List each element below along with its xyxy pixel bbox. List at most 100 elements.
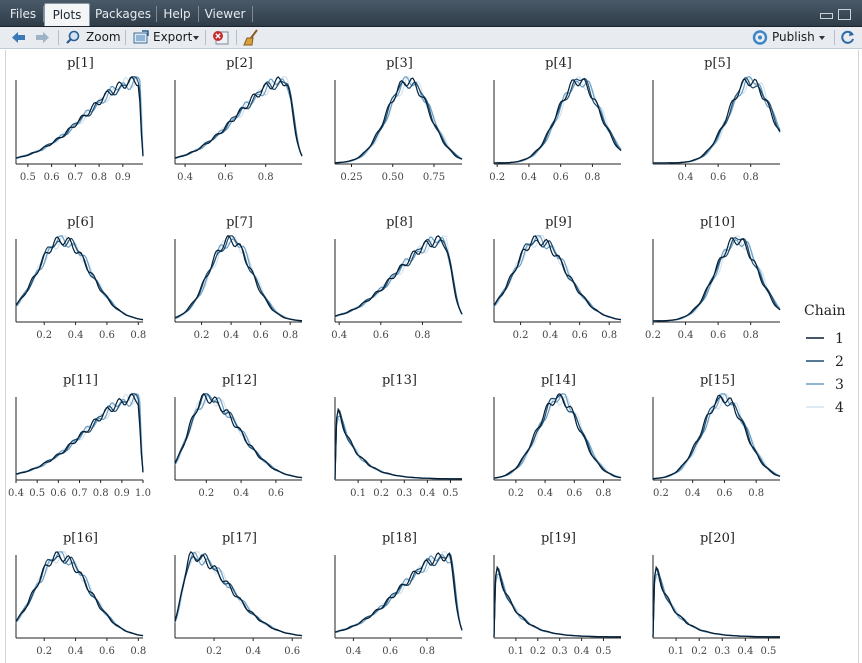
x-tick-label: 0.8 [93, 488, 109, 499]
density-curve-chain-3 [493, 393, 622, 479]
plots-toolbar: Zoom Export Publish [0, 27, 862, 49]
chevron-down-icon [193, 36, 199, 40]
x-tick-label: 0.1 [668, 646, 684, 657]
density-curve-chain-1 [15, 551, 144, 637]
x-tick-label: 0.2 [508, 488, 524, 499]
density-curve-chain-4 [174, 551, 303, 637]
panel-title: p[17] [222, 531, 257, 546]
legend-label: 4 [835, 400, 844, 416]
x-tick-label: 0.4 [574, 646, 590, 657]
density-curve-chain-3 [15, 76, 144, 160]
panel-title: p[8] [386, 215, 413, 230]
density-curve-chain-3 [494, 80, 622, 164]
density-curve-chain-1 [174, 551, 303, 637]
density-curve-chain-4 [15, 235, 144, 321]
x-tick-label: 0.8 [414, 330, 430, 341]
panel-title: p[7] [226, 215, 253, 230]
x-tick-label: 0.5 [20, 172, 36, 183]
x-tick-label: 0.7 [67, 172, 83, 183]
tab-packages[interactable]: Packages [91, 3, 155, 26]
x-tick-label: 0.4 [8, 488, 24, 499]
publish-icon [752, 30, 768, 45]
tab-plots[interactable]: Plots [44, 3, 90, 26]
refresh-icon[interactable] [840, 30, 856, 45]
x-tick-label: 0.6 [566, 488, 582, 499]
x-tick-label: 0.3 [396, 488, 412, 499]
x-tick-label: 1.0 [135, 488, 151, 499]
density-curve-chain-3 [652, 393, 781, 480]
density-curve-chain-1 [652, 565, 780, 638]
x-tick-label: 0.2 [513, 330, 529, 341]
x-tick-label: 0.8 [130, 646, 146, 657]
panel-title: p[13] [382, 373, 417, 388]
maximize-pane-icon[interactable] [838, 9, 851, 20]
density-curve-chain-1 [174, 393, 303, 479]
export-button[interactable]: Export [133, 27, 201, 48]
x-tick-label: 0.8 [743, 172, 759, 183]
x-tick-label: 0.6 [44, 172, 60, 183]
x-tick-label: 0.6 [553, 172, 569, 183]
density-curve-chain-2 [653, 77, 781, 164]
x-tick-label: 0.4 [685, 488, 701, 499]
x-tick-label: 0.6 [268, 488, 284, 499]
density-curve-chain-2 [493, 565, 621, 638]
x-tick-label: 0.2 [194, 330, 210, 341]
tab-help[interactable]: Help [157, 3, 197, 26]
density-curve-chain-1 [15, 393, 144, 475]
legend-title: Chain [804, 303, 846, 319]
panel-title: p[16] [63, 531, 98, 546]
x-tick-label: 0.2 [198, 488, 214, 499]
zoom-button[interactable]: Zoom [66, 27, 121, 48]
panel-title: p[15] [700, 373, 735, 388]
minimize-pane-icon[interactable] [820, 13, 833, 19]
legend-label: 2 [835, 354, 844, 370]
export-icon [133, 30, 149, 44]
x-tick-label: 0.6 [99, 646, 115, 657]
panel-title: p[1] [67, 56, 94, 71]
x-tick-label: 0.6 [50, 488, 66, 499]
density-curve-chain-1 [334, 235, 463, 317]
tab-files[interactable]: Files [4, 3, 42, 26]
panel-title: p[19] [541, 531, 576, 546]
density-curve-chain-2 [652, 396, 781, 480]
x-tick-label: 0.7 [72, 488, 88, 499]
x-tick-label: 0.8 [419, 646, 435, 657]
density-curve-chain-3 [174, 551, 303, 637]
density-curve-chain-1 [334, 77, 463, 164]
density-curve-chain-2 [652, 565, 780, 638]
x-tick-label: 0.9 [114, 488, 130, 499]
x-tick-label: 0.9 [115, 172, 131, 183]
pane-tab-bar: Files Plots Packages Help Viewer [0, 0, 862, 27]
x-tick-label: 0.4 [678, 172, 694, 183]
x-tick-label: 0.8 [584, 172, 600, 183]
x-tick-label: 0.6 [373, 330, 389, 341]
panel-title: p[20] [700, 531, 735, 546]
toolbar-separator [125, 30, 126, 45]
x-tick-label: 0.6 [217, 172, 233, 183]
panel-title: p[9] [545, 215, 572, 230]
x-tick-label: 0.8 [130, 330, 146, 341]
forward-arrow-icon[interactable] [34, 30, 51, 45]
x-tick-label: 0.3 [552, 646, 568, 657]
x-tick-label: 0.2 [645, 330, 661, 341]
back-arrow-icon[interactable] [10, 30, 27, 45]
toolbar-separator [834, 30, 835, 45]
legend-label: 1 [835, 331, 844, 347]
publish-button[interactable]: Publish [752, 27, 828, 48]
publish-label: Publish [772, 30, 815, 44]
density-curve-chain-3 [174, 238, 303, 322]
x-tick-label: 0.1 [508, 646, 524, 657]
x-tick-label: 0.4 [521, 172, 537, 183]
density-curve-chain-4 [15, 76, 144, 159]
tab-viewer[interactable]: Viewer [199, 3, 251, 26]
density-curve-chain-1 [15, 236, 144, 321]
toolbar-separator [58, 30, 59, 45]
x-tick-label: 0.4 [419, 488, 435, 499]
density-curve-chain-2 [493, 239, 622, 321]
broom-clear-icon[interactable] [243, 29, 260, 46]
density-curve-chain-1 [493, 78, 622, 164]
x-tick-label: 0.3 [714, 646, 730, 657]
remove-plot-icon[interactable] [212, 30, 229, 45]
x-tick-label: 0.2 [36, 330, 52, 341]
x-tick-label: 0.2 [530, 646, 546, 657]
